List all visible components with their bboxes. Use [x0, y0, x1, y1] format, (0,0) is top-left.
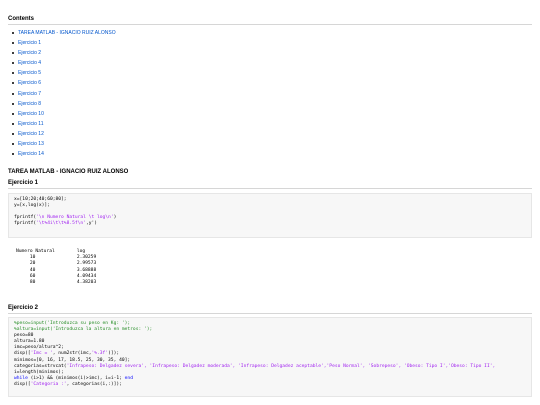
toc-item: Ejercicio 2 — [8, 48, 532, 58]
toc-item: Ejercicio 7 — [8, 89, 532, 99]
toc-item: TAREA MATLAB - IGNACIO RUIZ ALONSO — [8, 28, 532, 38]
table-of-contents: TAREA MATLAB - IGNACIO RUIZ ALONSO Ejerc… — [8, 28, 532, 159]
toc-item: Ejercicio 5 — [8, 68, 532, 78]
code-string: 'Imc = ' — [30, 351, 53, 357]
code-token: disp([ — [14, 381, 31, 387]
toc-item: Ejercicio 11 — [8, 119, 532, 129]
output-row: 80 4.38203 — [16, 280, 97, 286]
toc-link-ejercicio-7[interactable]: Ejercicio 7 — [18, 91, 41, 97]
toc-link-title[interactable]: TAREA MATLAB - IGNACIO RUIZ ALONSO — [18, 30, 116, 36]
toc-link-ejercicio-13[interactable]: Ejercicio 13 — [18, 141, 44, 147]
code-token: ,y') — [85, 221, 98, 227]
toc-link-ejercicio-5[interactable]: Ejercicio 5 — [18, 70, 41, 76]
ejercicio-2-code: %peso=input('Introduzca su peso en Kg: '… — [8, 317, 532, 397]
code-token: disp([ — [14, 351, 31, 357]
toc-item: Ejercicio 6 — [8, 78, 532, 88]
output-row: 20 2.99573 — [16, 261, 97, 267]
code-string: '\t%4i\t\t%8.5f\n' — [36, 221, 86, 227]
ejercicio-2-heading: Ejercicio 2 — [8, 305, 532, 314]
code-token: ) — [113, 215, 117, 221]
code-token: )]); — [108, 351, 120, 357]
code-string: '\n Numero Natural \t log\n' — [36, 215, 114, 221]
toc-link-ejercicio-10[interactable]: Ejercicio 10 — [18, 111, 44, 117]
toc-item: Ejercicio 12 — [8, 129, 532, 139]
toc-link-ejercicio-4[interactable]: Ejercicio 4 — [18, 60, 41, 66]
ejercicio-1-output: Numero Natural log 10 2.30259 20 2.99573… — [8, 249, 104, 286]
code-token: fprintf( — [14, 215, 37, 221]
code-string: '%.3f' — [91, 351, 109, 357]
code-keyword: while — [14, 375, 28, 381]
toc-link-ejercicio-1[interactable]: Ejercicio 1 — [18, 40, 41, 46]
document-title: TAREA MATLAB - IGNACIO RUIZ ALONSO — [8, 169, 129, 175]
toc-link-ejercicio-12[interactable]: Ejercicio 12 — [18, 131, 44, 137]
toc-link-ejercicio-8[interactable]: Ejercicio 8 — [18, 101, 41, 107]
toc-item: Ejercicio 14 — [8, 149, 532, 159]
contents-heading: Contents — [8, 16, 532, 25]
toc-link-ejercicio-11[interactable]: Ejercicio 11 — [18, 121, 43, 127]
toc-link-ejercicio-14[interactable]: Ejercicio 14 — [18, 151, 44, 157]
code-token: (i>1) && (minimos(i)>imc), i=i-1; — [27, 375, 125, 381]
code-line: fprintf('\t%4i\t\t%8.5f\n',y') — [14, 221, 526, 227]
toc-link-ejercicio-2[interactable]: Ejercicio 2 — [18, 50, 41, 56]
toc-link-ejercicio-6[interactable]: Ejercicio 6 — [18, 80, 41, 86]
output-header: Numero Natural log — [16, 249, 86, 254]
code-keyword: end — [124, 375, 133, 381]
code-line: categorias=strvcat('Infrapeso: Delgadez … — [14, 364, 526, 370]
output-row: 40 3.68888 — [16, 267, 97, 273]
published-document: Contents TAREA MATLAB - IGNACIO RUIZ ALO… — [8, 16, 532, 397]
ejercicio-1-code: x=[10;20;40;60;80]; y=[x,log(x)]; fprintf(… — [8, 193, 532, 238]
code-token: , num2str(imc, — [52, 351, 92, 357]
ejercicio-1-heading: Ejercicio 1 — [8, 180, 532, 189]
code-string: 'Infrapeso: Delgadez severa', 'Infrapeso… — [66, 363, 496, 369]
code-token: categorias=strvcat( — [14, 363, 67, 369]
toc-item: Ejercicio 4 — [8, 58, 532, 68]
code-string: 'Categoria :' — [30, 381, 67, 387]
toc-item: Ejercicio 1 — [8, 38, 532, 48]
output-row: 10 2.30259 — [16, 255, 97, 261]
code-line: disp(['Categoria :', categorias(i,:)]); — [14, 382, 526, 388]
code-token: fprintf( — [14, 221, 37, 227]
output-row: 60 4.09434 — [16, 273, 97, 279]
toc-item: Ejercicio 8 — [8, 99, 532, 109]
code-token: , categorias(i,:)]); — [66, 381, 122, 387]
toc-item: Ejercicio 13 — [8, 139, 532, 149]
toc-item: Ejercicio 10 — [8, 109, 532, 119]
